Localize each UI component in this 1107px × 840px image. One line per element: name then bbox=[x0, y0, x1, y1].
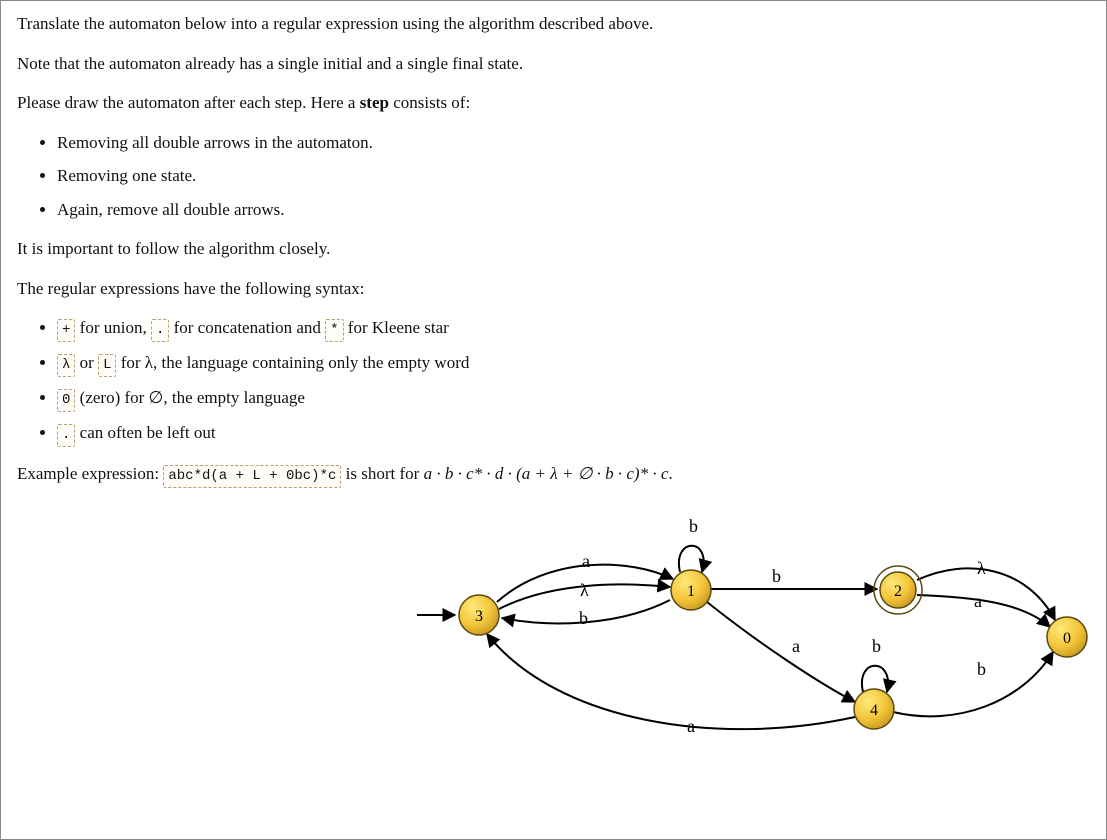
kbd-L: L bbox=[98, 354, 116, 377]
label-3-1-lambda: λ bbox=[580, 580, 589, 600]
automaton-svg: a λ b b b a λ a bbox=[17, 502, 1092, 742]
edge-1-4-a bbox=[707, 602, 855, 702]
state-2: 2 bbox=[874, 566, 922, 614]
state-3-label: 3 bbox=[475, 608, 483, 625]
state-3: 3 bbox=[459, 595, 499, 635]
intro-line-1: Translate the automaton below into a reg… bbox=[17, 11, 1090, 37]
label-2-0-a: a bbox=[974, 591, 982, 611]
example-explain-c: . bbox=[668, 464, 672, 483]
example-code: abc*d(a + L + 0bc)*c bbox=[163, 465, 341, 488]
state-4: 4 bbox=[854, 689, 894, 729]
syntax-row-4: . can often be left out bbox=[57, 420, 1090, 447]
state-0-label: 0 bbox=[1063, 630, 1071, 647]
syntax-r1c: for Kleene star bbox=[344, 318, 449, 337]
syntax-r4a: can often be left out bbox=[75, 423, 215, 442]
syntax-r2a: or bbox=[75, 353, 98, 372]
label-2-0-lambda: λ bbox=[977, 558, 986, 578]
edge-4-0-b bbox=[893, 652, 1053, 716]
label-4-0-b: b bbox=[977, 659, 986, 679]
label-1-2-b: b bbox=[772, 566, 781, 586]
kbd-plus: + bbox=[57, 319, 75, 342]
state-2-label: 2 bbox=[894, 583, 902, 600]
edge-2-0-lambda bbox=[917, 568, 1055, 620]
state-4-label: 4 bbox=[870, 702, 878, 719]
kbd-star: * bbox=[325, 319, 343, 342]
syntax-row-2: λ or L for λ, the language containing on… bbox=[57, 350, 1090, 377]
kbd-zero: 0 bbox=[57, 389, 75, 412]
intro-line-3: Please draw the automaton after each ste… bbox=[17, 90, 1090, 116]
example-line: Example expression: abc*d(a + L + 0bc)*c… bbox=[17, 461, 1090, 488]
syntax-row-3: 0 (zero) for ∅, the empty language bbox=[57, 385, 1090, 412]
label-1-3-b: b bbox=[579, 608, 588, 628]
edge-4-4-b bbox=[862, 666, 888, 692]
state-1-label: 1 bbox=[687, 583, 695, 600]
follow-line: It is important to follow the algorithm … bbox=[17, 236, 1090, 262]
label-4-4-b: b bbox=[872, 636, 881, 656]
intro-line-2: Note that the automaton already has a si… bbox=[17, 51, 1090, 77]
edge-1-1-b bbox=[679, 546, 704, 572]
content-area: Translate the automaton below into a reg… bbox=[1, 1, 1106, 742]
steps-list: Removing all double arrows in the automa… bbox=[17, 130, 1090, 223]
syntax-r3a: (zero) for ∅, the empty language bbox=[75, 388, 305, 407]
intro-3c: consists of: bbox=[389, 93, 470, 112]
syntax-r2b: for λ, the language containing only the … bbox=[116, 353, 469, 372]
syntax-intro-line: The regular expressions have the followi… bbox=[17, 276, 1090, 302]
intro-3a: Please draw the automaton after each ste… bbox=[17, 93, 360, 112]
example-explain-a: is short for bbox=[341, 464, 423, 483]
intro-3b: step bbox=[360, 93, 389, 112]
page: Translate the automaton below into a reg… bbox=[0, 0, 1107, 840]
kbd-lambda: λ bbox=[57, 354, 75, 377]
syntax-list: + for union, . for concatenation and * f… bbox=[17, 315, 1090, 447]
kbd-dot2: . bbox=[57, 424, 75, 447]
step-3: Again, remove all double arrows. bbox=[57, 197, 1090, 223]
kbd-dot: . bbox=[151, 319, 169, 342]
edge-2-0-a bbox=[917, 595, 1050, 627]
state-0: 0 bbox=[1047, 617, 1087, 657]
state-1: 1 bbox=[671, 570, 711, 610]
example-label: Example expression: bbox=[17, 464, 163, 483]
label-1-4-a: a bbox=[792, 636, 800, 656]
syntax-r1b: for concatenation and bbox=[169, 318, 325, 337]
step-1: Removing all double arrows in the automa… bbox=[57, 130, 1090, 156]
syntax-row-1: + for union, . for concatenation and * f… bbox=[57, 315, 1090, 342]
label-4-3-a: a bbox=[687, 716, 695, 736]
automaton-diagram: a λ b b b a λ a bbox=[17, 502, 1092, 742]
step-2: Removing one state. bbox=[57, 163, 1090, 189]
example-math: a · b · c* · d · (a + λ + ∅ · b · c)* · … bbox=[424, 464, 669, 483]
syntax-r1a: for union, bbox=[75, 318, 151, 337]
label-3-1-a: a bbox=[582, 551, 590, 571]
label-1-1-b: b bbox=[689, 516, 698, 536]
